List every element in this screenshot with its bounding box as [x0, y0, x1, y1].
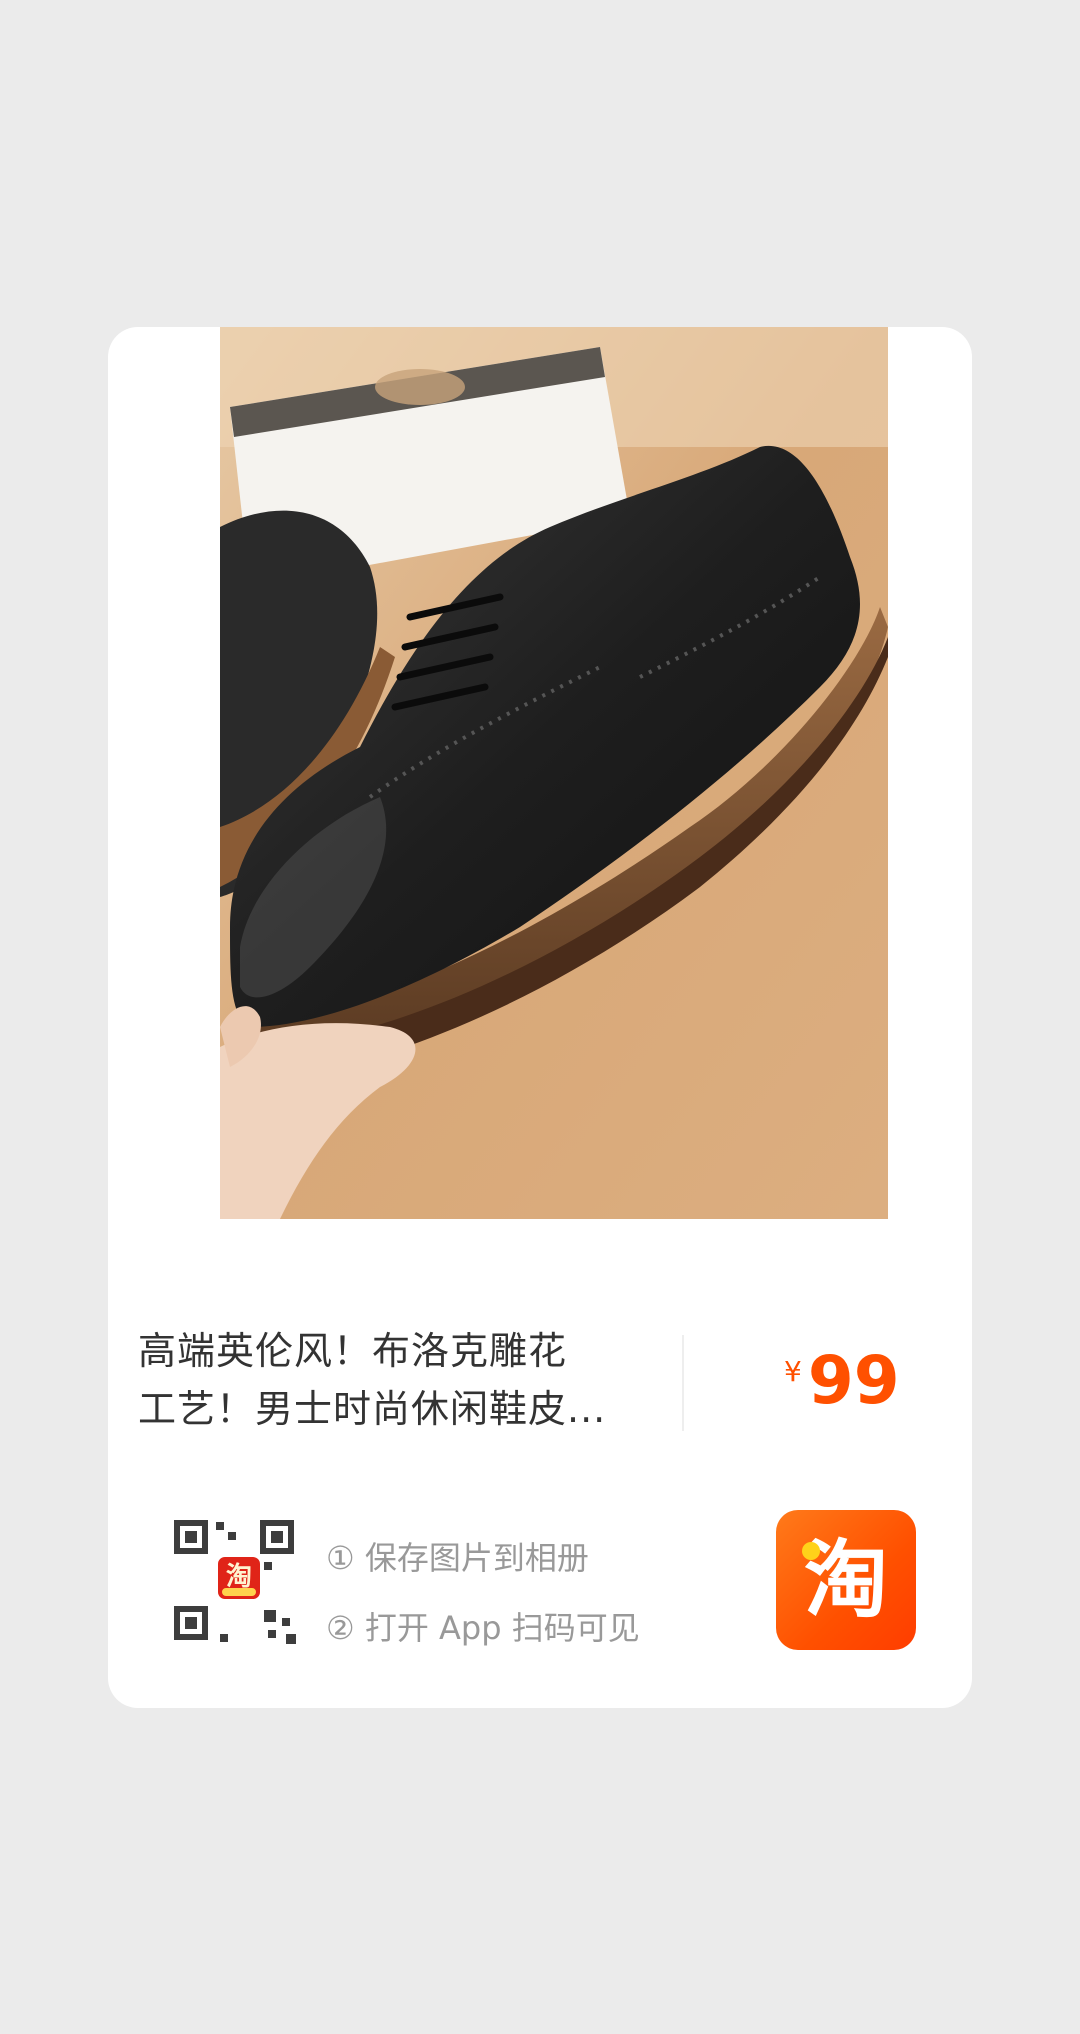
taobao-app-icon[interactable]: 淘: [776, 1510, 916, 1650]
qr-module: [228, 1532, 236, 1540]
title-price-divider: [682, 1335, 684, 1431]
qr-finder-top-left: [174, 1520, 208, 1554]
product-title[interactable]: 高端英伦风！布洛克雕花 工艺！男士时尚休闲鞋皮...: [138, 1322, 643, 1438]
qr-code: 淘: [164, 1510, 304, 1650]
product-image[interactable]: [220, 327, 888, 1219]
product-title-line2: 工艺！男士时尚休闲鞋皮...: [138, 1387, 607, 1431]
qr-module: [282, 1618, 290, 1626]
scan-instructions: ① 保存图片到相册 ② 打开 App 扫码可见: [326, 1523, 640, 1663]
qr-module: [220, 1634, 228, 1642]
qr-module: [264, 1610, 276, 1622]
share-card: 高端英伦风！布洛克雕花 工艺！男士时尚休闲鞋皮... ¥99 淘 ① 保存图片到…: [108, 327, 972, 1708]
product-title-line1: 高端英伦风！布洛克雕花: [138, 1329, 568, 1373]
price-amount: 99: [807, 1342, 900, 1419]
qr-module: [216, 1522, 224, 1530]
product-photo: [220, 327, 888, 1219]
product-price: ¥99: [784, 1342, 900, 1419]
taobao-qr-logo-icon: 淘: [215, 1554, 263, 1602]
qr-module: [286, 1634, 296, 1644]
qr-logo-badge: [222, 1588, 256, 1596]
qr-module: [264, 1562, 272, 1570]
price-currency: ¥: [784, 1355, 802, 1388]
app-icon-dot: [802, 1542, 820, 1560]
qr-module: [268, 1630, 276, 1638]
step-open-app-scan: ② 打开 App 扫码可见: [326, 1609, 640, 1647]
qr-finder-bottom-left: [174, 1606, 208, 1640]
step-save-image: ① 保存图片到相册: [326, 1539, 589, 1577]
qr-finder-top-right: [260, 1520, 294, 1554]
